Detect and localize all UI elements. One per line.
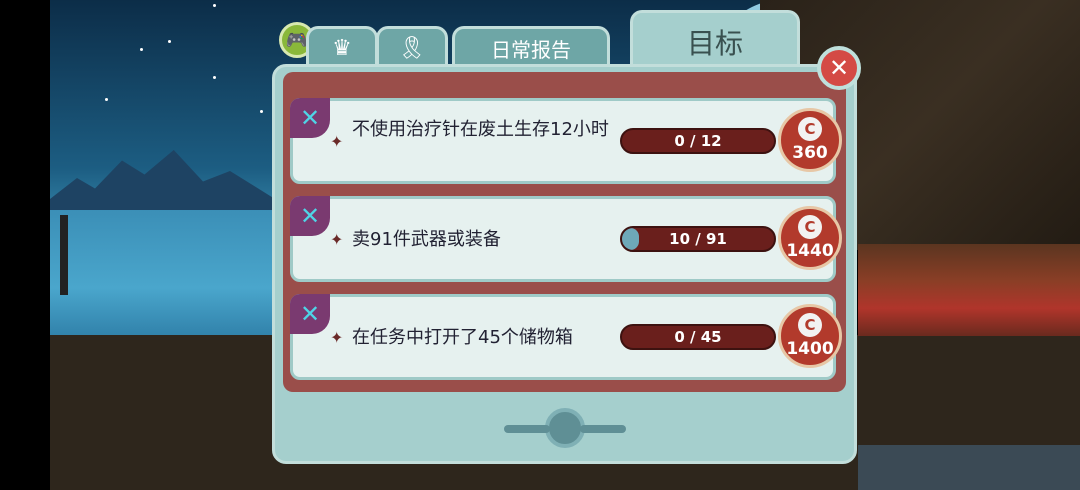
reward-badge: C 1400 xyxy=(778,304,842,368)
objective-text: 在任务中打开了45个储物箱 xyxy=(352,327,573,348)
star-bullet-icon: ✦ xyxy=(330,230,344,249)
star-bullet-icon: ✦ xyxy=(330,328,344,347)
objective-progress-bar: 0 / 45 xyxy=(620,324,776,350)
star xyxy=(168,40,171,43)
skip-objective-button[interactable]: ✕ xyxy=(290,98,330,138)
vault-gear-icon xyxy=(545,408,585,448)
close-icon: ✕ xyxy=(299,104,321,132)
objective-progress-bar: 10 / 91 xyxy=(620,226,776,252)
tab-objectives-label: 目标 xyxy=(686,26,743,60)
ribbon-icon: 🎗 xyxy=(398,36,426,61)
progress-text: 10 / 91 xyxy=(669,230,727,248)
reward-badge: C 360 xyxy=(778,108,842,172)
objective-progress-bar: 0 / 12 xyxy=(620,128,776,154)
bottle-cap-icon: C xyxy=(798,215,822,239)
bottle-cap-icon: C xyxy=(798,313,822,337)
tab-daily-label: 日常报告 xyxy=(491,38,571,62)
reward-amount: 1440 xyxy=(786,241,834,261)
tab-objectives[interactable]: 目标 xyxy=(630,10,800,70)
objective-row-2: ✕ ✦ 卖91件武器或装备 10 / 91 C 1440 xyxy=(290,196,842,282)
objective-text: 不使用治疗针在废土生存12小时 xyxy=(352,119,609,140)
christmas-tree-decoration xyxy=(60,215,68,295)
skip-objective-button[interactable]: ✕ xyxy=(290,196,330,236)
tab-achievements[interactable]: ♛ xyxy=(306,26,378,68)
left-border xyxy=(0,0,50,490)
reward-amount: 1400 xyxy=(786,339,834,359)
star-bullet-icon: ✦ xyxy=(330,132,344,151)
tab-daily-report[interactable]: 日常报告 xyxy=(452,26,610,68)
diner-room[interactable] xyxy=(858,244,1080,336)
logo-wing xyxy=(504,425,550,433)
vault-logo xyxy=(500,407,630,449)
close-button[interactable]: ✕ xyxy=(817,46,861,90)
star xyxy=(213,4,216,7)
objective-text: 卖91件武器或装备 xyxy=(352,229,501,250)
vault-room[interactable] xyxy=(858,445,1080,490)
progress-text: 0 / 12 xyxy=(674,132,722,150)
star xyxy=(105,98,108,101)
crown-icon: ♛ xyxy=(332,36,352,61)
star xyxy=(213,76,216,79)
close-icon: ✕ xyxy=(299,202,321,230)
close-icon: ✕ xyxy=(828,54,850,82)
reward-badge: C 1440 xyxy=(778,206,842,270)
objective-row-1: ✕ ✦ 不使用治疗针在废土生存12小时 0 / 12 C 360 xyxy=(290,98,842,184)
star xyxy=(260,110,263,113)
progress-text: 0 / 45 xyxy=(674,328,722,346)
skip-objective-button[interactable]: ✕ xyxy=(290,294,330,334)
reward-amount: 360 xyxy=(792,143,828,163)
star xyxy=(140,48,143,51)
objective-row-3: ✕ ✦ 在任务中打开了45个储物箱 0 / 45 C 1400 xyxy=(290,294,842,380)
logo-wing xyxy=(580,425,626,433)
tab-awards[interactable]: 🎗 xyxy=(376,26,448,68)
close-icon: ✕ xyxy=(299,300,321,328)
bottle-cap-icon: C xyxy=(798,117,822,141)
